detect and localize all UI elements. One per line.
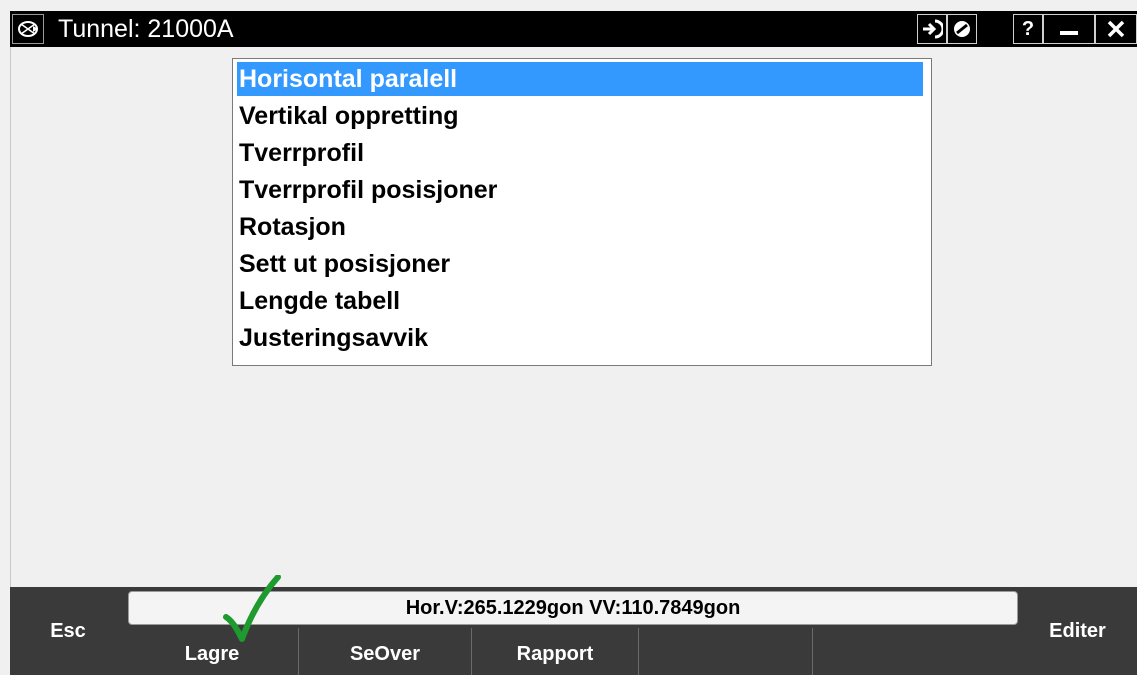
empty-softkey-2[interactable] bbox=[813, 628, 1018, 675]
editer-button[interactable]: Editer bbox=[1018, 587, 1137, 675]
main-content: Horisontal paralell Vertikal oppretting … bbox=[10, 47, 1137, 587]
login-arrow-icon[interactable] bbox=[917, 14, 947, 44]
window-title: Tunnel: 21000A bbox=[58, 15, 234, 43]
softkey-bar: Esc Hor.V:265.1229gon VV:110.7849gon Lag… bbox=[10, 587, 1137, 675]
list-item-tverrprofil[interactable]: Tverrprofil bbox=[237, 136, 923, 170]
close-icon bbox=[1107, 20, 1125, 38]
list-item-sett-ut-posisjoner[interactable]: Sett ut posisjoner bbox=[237, 247, 923, 281]
list-item-justeringsavvik[interactable]: Justeringsavvik bbox=[237, 321, 923, 355]
checkmark-icon bbox=[223, 575, 281, 642]
close-button[interactable] bbox=[1095, 14, 1137, 44]
app-menu-icon[interactable] bbox=[12, 14, 44, 44]
empty-softkey-1[interactable] bbox=[639, 628, 812, 675]
list-item-lengde-tabell[interactable]: Lengde tabell bbox=[237, 284, 923, 318]
seover-button[interactable]: SeOver bbox=[299, 628, 471, 675]
list-item-horisontal-paralell[interactable]: Horisontal paralell bbox=[237, 62, 923, 96]
help-button[interactable]: ? bbox=[1013, 14, 1043, 44]
app-window: Tunnel: 21000A ? Horisontal paralell Ver… bbox=[0, 0, 1137, 675]
list-item-tverrprofil-posisjoner[interactable]: Tverrprofil posisjoner bbox=[237, 173, 923, 207]
list-item-rotasjon[interactable]: Rotasjon bbox=[237, 210, 923, 244]
minimize-icon bbox=[1060, 31, 1078, 35]
esc-button[interactable]: Esc bbox=[10, 587, 126, 675]
option-listbox[interactable]: Horisontal paralell Vertikal oppretting … bbox=[232, 58, 932, 366]
rapport-button[interactable]: Rapport bbox=[472, 628, 638, 675]
no-entry-icon[interactable] bbox=[947, 14, 977, 44]
help-icon: ? bbox=[1021, 17, 1035, 40]
list-item-vertikal-oppretting[interactable]: Vertikal oppretting bbox=[237, 99, 923, 133]
minimize-button[interactable] bbox=[1043, 14, 1095, 44]
title-bar: Tunnel: 21000A ? bbox=[10, 11, 1137, 47]
